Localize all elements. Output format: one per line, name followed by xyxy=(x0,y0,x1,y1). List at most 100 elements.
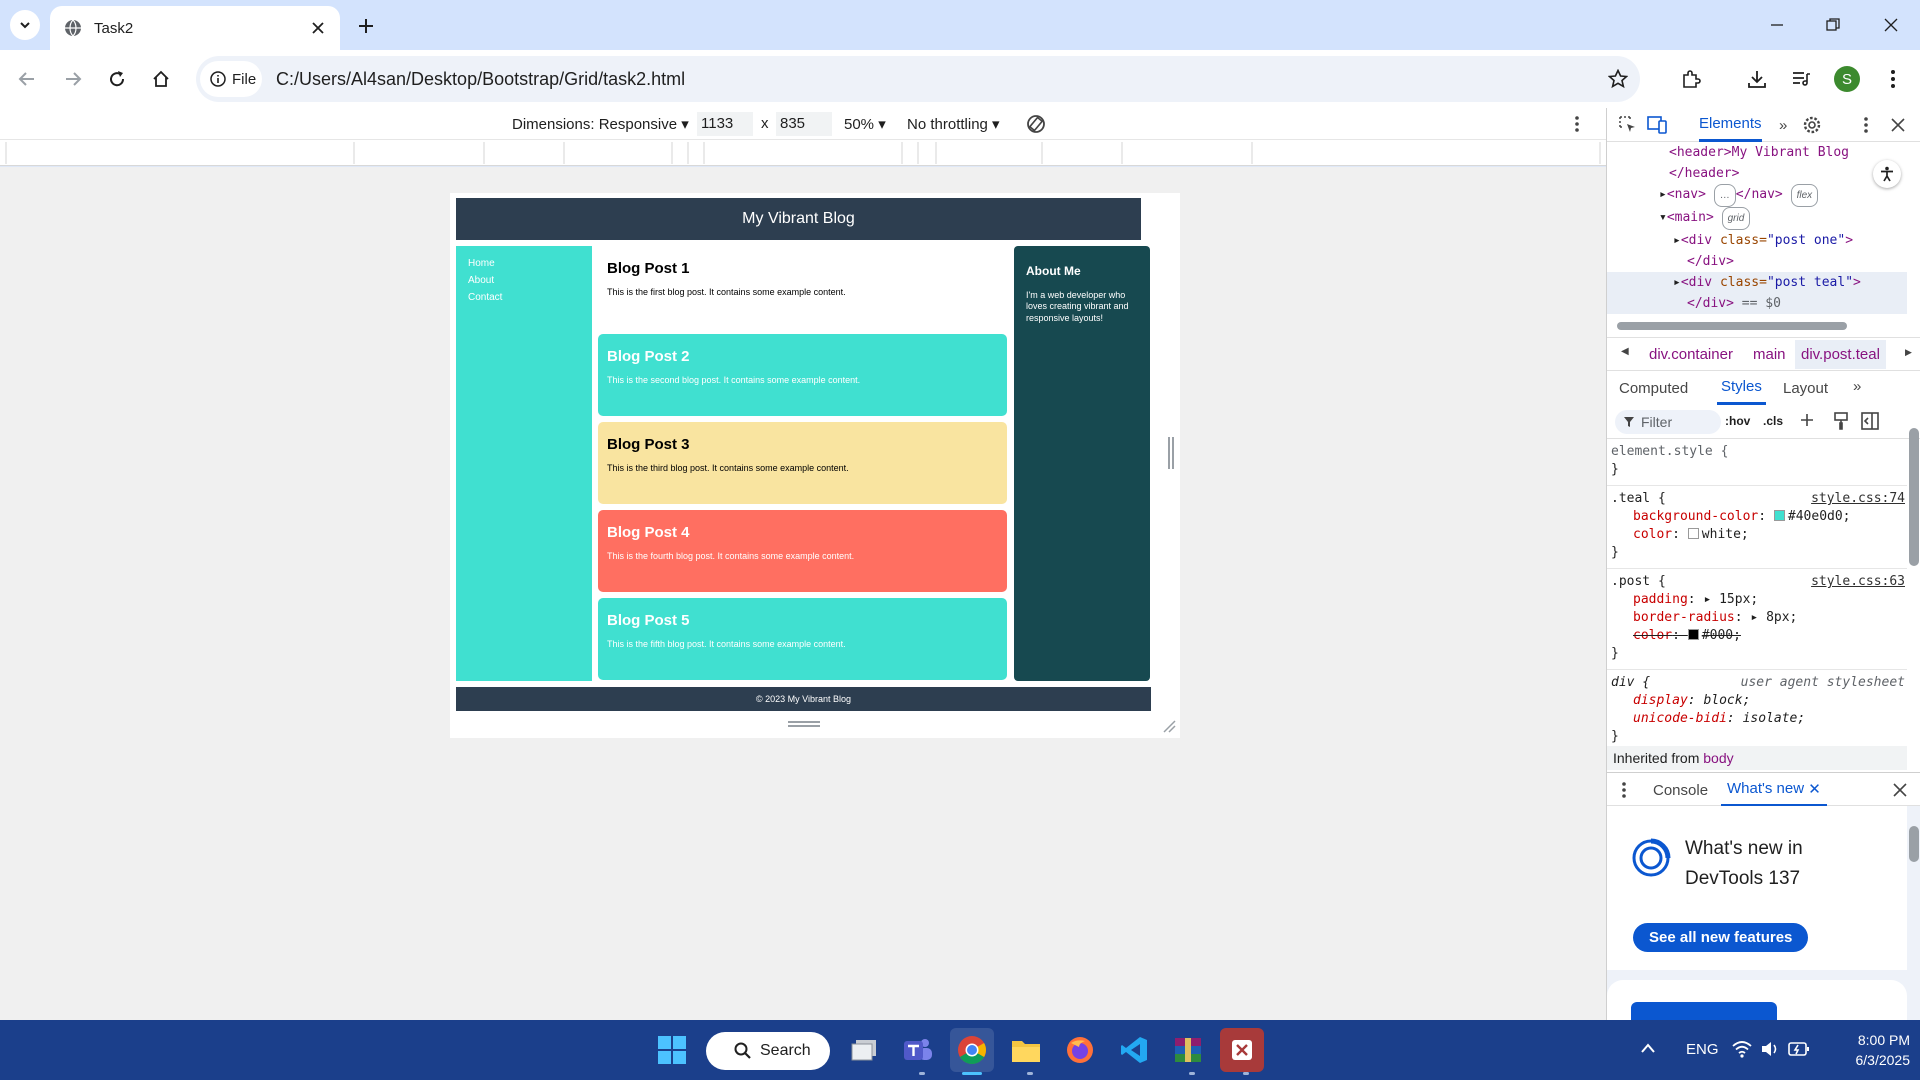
task-view-button[interactable] xyxy=(842,1028,886,1072)
declaration-padding[interactable]: padding: ▸ 15px; xyxy=(1611,591,1903,609)
rule-source-link[interactable]: style.css:63 xyxy=(1811,573,1905,591)
dom-line-div-close-selected[interactable]: </div> == $0 xyxy=(1607,293,1907,314)
browser-tab-active[interactable]: Task2 xyxy=(50,6,340,50)
chrome-app-active[interactable] xyxy=(950,1028,994,1072)
declaration-display[interactable]: display: block; xyxy=(1611,692,1903,710)
breadcrumb-item[interactable]: main xyxy=(1753,346,1786,363)
throttling-dropdown[interactable]: No throttling ▾ xyxy=(907,115,1000,133)
start-button[interactable] xyxy=(650,1028,694,1072)
drawer-scrollbar[interactable] xyxy=(1909,826,1919,862)
new-rule-icon[interactable] xyxy=(1799,412,1817,430)
devtools-menu-icon[interactable] xyxy=(1863,116,1869,134)
close-window-button[interactable] xyxy=(1868,8,1914,42)
drawer-menu-icon[interactable] xyxy=(1621,781,1627,799)
paint-brush-icon[interactable] xyxy=(1833,412,1849,430)
clock[interactable]: 8:00 PM 6/3/2025 xyxy=(1820,1030,1911,1070)
breadcrumb-item[interactable]: div.container xyxy=(1649,346,1733,363)
profile-avatar[interactable]: S xyxy=(1834,66,1860,92)
declaration-color[interactable]: color: white; xyxy=(1611,526,1903,544)
more-tabs-icon[interactable]: » xyxy=(1853,378,1861,395)
styles-filter-input[interactable]: Filter xyxy=(1615,410,1721,434)
new-tab-button[interactable] xyxy=(352,12,380,40)
settings-gear-icon[interactable] xyxy=(1803,116,1821,134)
chevron-up-icon[interactable] xyxy=(1640,1042,1656,1054)
ellipsis-badge[interactable]: … xyxy=(1713,184,1736,207)
rule-source-link[interactable]: style.css:74 xyxy=(1811,490,1905,508)
vscode-app[interactable] xyxy=(1112,1028,1156,1072)
device-options-icon[interactable] xyxy=(1574,115,1580,133)
battery-icon[interactable] xyxy=(1788,1041,1810,1057)
resize-handle-right[interactable] xyxy=(1168,437,1174,469)
resize-handle-bottom[interactable] xyxy=(788,721,820,727)
grid-badge[interactable]: grid xyxy=(1721,207,1751,230)
media-controls-button[interactable] xyxy=(1784,62,1818,96)
nav-link-contact[interactable]: Contact xyxy=(468,292,580,303)
declaration-unicode-bidi[interactable]: unicode-bidi: isolate; xyxy=(1611,710,1903,728)
breadcrumb-scroll-right-icon[interactable]: ▶ xyxy=(1905,347,1912,358)
height-input[interactable]: 835 xyxy=(776,112,832,136)
breadcrumb-scroll-left-icon[interactable]: ◀ xyxy=(1621,346,1629,357)
declaration-background-color[interactable]: background-color: #40e0d0; xyxy=(1611,508,1903,526)
tab-console[interactable]: Console xyxy=(1653,773,1708,807)
browser-menu-button[interactable] xyxy=(1876,62,1910,96)
star-icon[interactable] xyxy=(1608,69,1628,89)
teams-app[interactable] xyxy=(896,1028,940,1072)
more-tabs-icon[interactable]: » xyxy=(1779,117,1787,134)
tab-computed[interactable]: Computed xyxy=(1619,371,1688,405)
snipping-tool-app[interactable] xyxy=(1220,1028,1264,1072)
nav-link-home[interactable]: Home xyxy=(468,258,580,269)
reload-button[interactable] xyxy=(100,62,134,96)
dom-line-post-teal-selected[interactable]: ▸<div class="post teal"> xyxy=(1607,272,1907,293)
dom-line-nav[interactable]: ▸<nav> … </nav> flex xyxy=(1607,184,1907,207)
zoom-dropdown[interactable]: 50% ▾ xyxy=(844,115,886,133)
cls-toggle[interactable]: .cls xyxy=(1763,414,1783,428)
dom-horizontal-scrollbar[interactable] xyxy=(1617,322,1847,330)
color-swatch[interactable] xyxy=(1773,510,1785,521)
taskbar-search[interactable]: Search xyxy=(706,1032,830,1070)
close-tab-icon[interactable] xyxy=(308,18,328,38)
device-toggle-icon[interactable] xyxy=(1647,116,1667,134)
downloads-button[interactable] xyxy=(1740,62,1774,96)
toggle-sidebar-icon[interactable] xyxy=(1861,412,1879,430)
hov-toggle[interactable]: :hov xyxy=(1725,414,1750,428)
inspect-element-icon[interactable] xyxy=(1619,116,1637,134)
width-input[interactable]: 1133 xyxy=(697,112,753,136)
flex-badge[interactable]: flex xyxy=(1790,184,1819,207)
extensions-button[interactable] xyxy=(1674,62,1708,96)
accessibility-tree-toggle[interactable] xyxy=(1873,160,1901,188)
site-info-chip[interactable]: File xyxy=(200,61,262,97)
language-indicator[interactable]: ENG xyxy=(1686,1041,1719,1058)
restore-button[interactable] xyxy=(1810,8,1856,42)
dom-line-div-close[interactable]: </div> xyxy=(1607,251,1907,272)
wifi-icon[interactable] xyxy=(1732,1040,1752,1058)
tab-layout[interactable]: Layout xyxy=(1783,371,1828,405)
color-swatch[interactable] xyxy=(1687,629,1699,640)
close-drawer-icon[interactable] xyxy=(1893,783,1907,797)
back-button[interactable] xyxy=(10,62,44,96)
dimensions-dropdown[interactable]: Dimensions: Responsive ▾ xyxy=(512,115,689,133)
winrar-app[interactable] xyxy=(1166,1028,1210,1072)
minimize-button[interactable] xyxy=(1754,8,1800,42)
dom-line-header-close[interactable]: </header> xyxy=(1607,163,1907,184)
volume-icon[interactable] xyxy=(1760,1040,1780,1058)
styles-scrollbar[interactable] xyxy=(1909,428,1919,566)
close-tab-icon[interactable]: ✕ xyxy=(1808,780,1821,798)
tab-styles[interactable]: Styles xyxy=(1717,371,1766,405)
home-button[interactable] xyxy=(144,62,178,96)
forward-button[interactable] xyxy=(56,62,90,96)
dom-line-header[interactable]: <header>My Vibrant Blog xyxy=(1607,142,1907,163)
declaration-border-radius[interactable]: border-radius: ▸ 8px; xyxy=(1611,609,1903,627)
file-explorer-app[interactable] xyxy=(1004,1028,1048,1072)
see-all-features-button[interactable]: See all new features xyxy=(1633,923,1809,952)
dom-line-post-one[interactable]: ▸<div class="post one"> xyxy=(1607,230,1907,251)
breadcrumb-item-selected[interactable]: div.post.teal xyxy=(1795,340,1886,369)
address-bar[interactable]: File C:/Users/Al4san/Desktop/Bootstrap/G… xyxy=(196,56,1640,102)
declaration-color-overridden[interactable]: color: #000; xyxy=(1611,627,1903,645)
url-text[interactable]: C:/Users/Al4san/Desktop/Bootstrap/Grid/t… xyxy=(276,69,685,90)
dom-line-main[interactable]: ▾<main> grid xyxy=(1607,207,1907,230)
rotate-icon[interactable] xyxy=(1025,113,1047,135)
resize-corner-icon[interactable] xyxy=(1162,719,1176,733)
nav-link-about[interactable]: About xyxy=(468,275,580,286)
color-swatch[interactable] xyxy=(1687,528,1699,539)
close-devtools-icon[interactable] xyxy=(1891,118,1905,132)
